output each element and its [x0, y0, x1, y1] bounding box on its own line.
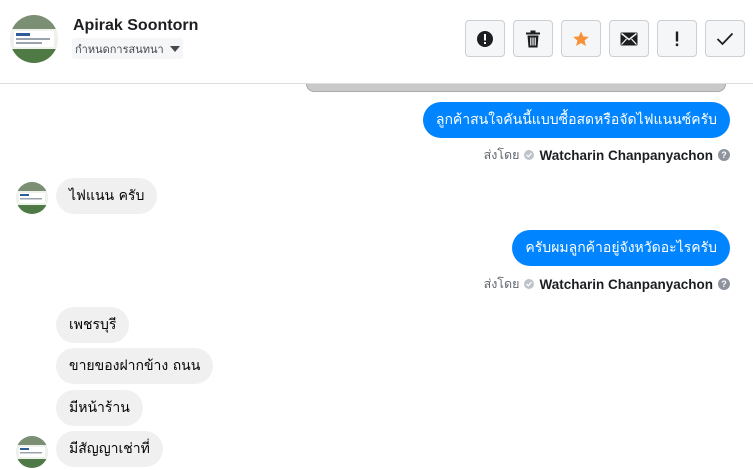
mark-spam-button[interactable] [465, 20, 505, 57]
contact-avatar[interactable] [10, 15, 58, 63]
contact-avatar-small[interactable] [16, 436, 48, 468]
check-icon [716, 32, 734, 45]
incoming-message[interactable]: มีหน้าร้าน [56, 390, 143, 426]
sender-name[interactable]: Watcharin Chanpanyachon [539, 148, 713, 163]
outgoing-message[interactable]: ลูกค้าสนใจคันนี้แบบซื้อสดหรือจัดไฟแนนซ์ค… [422, 102, 730, 138]
check-icon [524, 279, 535, 289]
assign-conversation-dropdown[interactable]: กำหนดการสนทนา [72, 38, 183, 59]
star-button[interactable] [561, 20, 601, 57]
contact-avatar-small[interactable] [16, 182, 48, 214]
trash-icon [526, 30, 540, 47]
chevron-down-icon [169, 45, 180, 52]
mark-done-button[interactable] [705, 20, 745, 57]
envelope-icon [620, 32, 638, 45]
image-attachment[interactable] [306, 84, 726, 92]
outgoing-message[interactable]: ครับผมลูกค้าอยู่จังหวัดอะไรครับ [512, 230, 730, 266]
mark-unread-button[interactable] [609, 20, 649, 57]
follow-up-button[interactable] [657, 20, 697, 57]
contact-name[interactable]: Apirak Soontorn [73, 17, 198, 35]
sent-by-line: ส่งโดย Watcharin Chanpanyachon ? [484, 274, 730, 294]
incoming-message[interactable]: ไฟแนน ครับ [56, 178, 158, 214]
help-icon[interactable]: ? [718, 278, 730, 290]
exclamation-icon [675, 31, 679, 46]
sent-by-label: ส่งโดย [483, 147, 520, 162]
incoming-message[interactable]: ขายของฝากข้าง ถนน [56, 348, 214, 384]
incoming-message[interactable]: เพชรบุรี [56, 307, 130, 343]
star-icon [573, 30, 589, 46]
sender-name[interactable]: Watcharin Chanpanyachon [539, 277, 713, 292]
sent-by-line: ส่งโดย Watcharin Chanpanyachon ? [484, 145, 730, 165]
incoming-message[interactable]: มีสัญญาเช่าที่ [56, 431, 163, 467]
conversation-toolbar [465, 20, 745, 57]
assign-conversation-label: กำหนดการสนทนา [75, 42, 164, 56]
sent-by-label: ส่งโดย [483, 276, 520, 291]
conversation-header: Apirak Soontorn กำหนดการสนทนา [0, 0, 753, 84]
check-icon [524, 150, 535, 160]
help-icon[interactable]: ? [718, 149, 730, 161]
alert-circle-icon [477, 30, 493, 47]
delete-button[interactable] [513, 20, 553, 57]
